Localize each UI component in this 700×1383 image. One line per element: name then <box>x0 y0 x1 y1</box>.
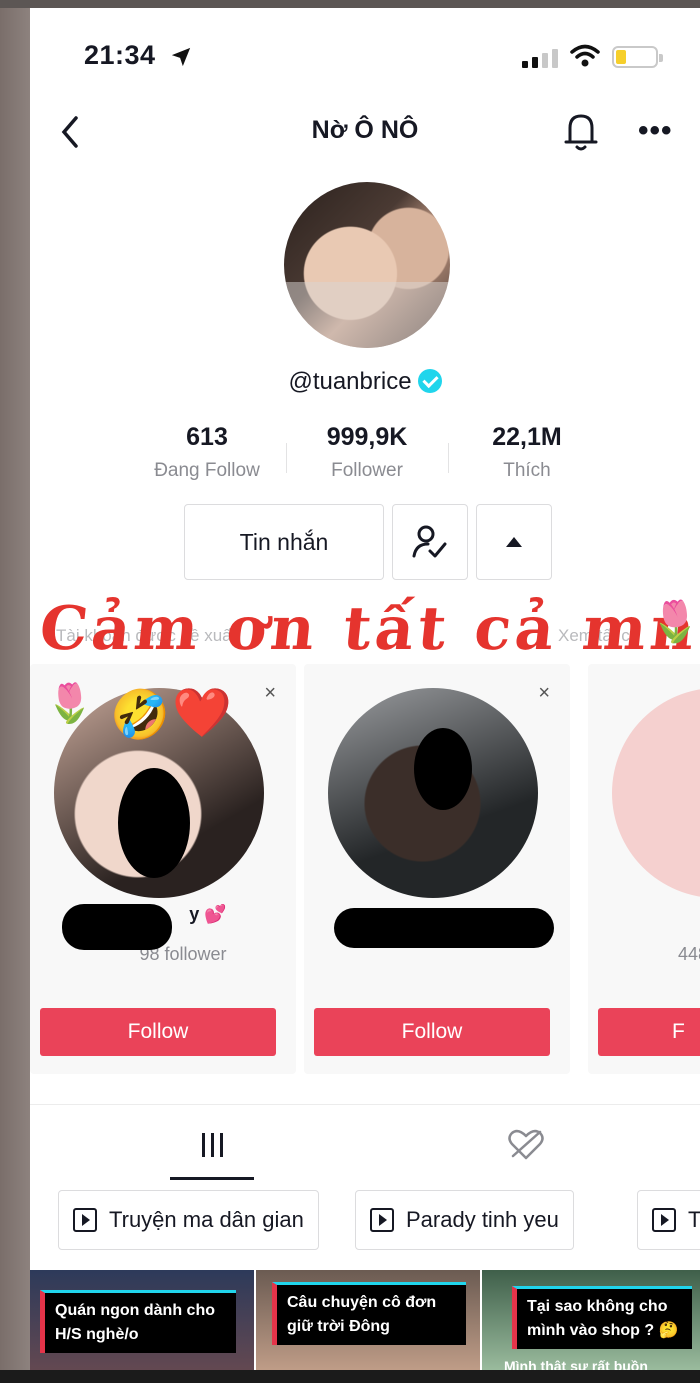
status-bar: 21:34 <box>30 38 700 78</box>
playlist-chip[interactable]: Tinh <box>637 1190 700 1250</box>
video-caption: Câu chuyện cô đơn giữ trời Đông <box>272 1282 466 1345</box>
stat-likes[interactable]: 22,1M Thích <box>447 423 607 482</box>
stat-followers[interactable]: 999,9K Follower <box>287 423 447 482</box>
playlist-icon <box>652 1208 676 1232</box>
tab-liked[interactable] <box>496 1125 556 1165</box>
cellular-signal-icon <box>522 48 558 68</box>
avatar[interactable] <box>612 688 700 898</box>
profile-handle: @tuanbrice <box>30 368 700 396</box>
heart-emoji-sticker: ❤️ <box>172 687 232 740</box>
avatar[interactable] <box>284 182 450 348</box>
playlist-icon <box>370 1208 394 1232</box>
close-icon[interactable]: × <box>264 682 276 705</box>
redaction-mark <box>334 908 554 948</box>
follow-button[interactable]: Follow <box>314 1008 550 1056</box>
profile-actions: Tin nhắn <box>30 504 700 580</box>
close-icon[interactable]: × <box>538 682 550 705</box>
handle-text: @tuanbrice <box>288 368 412 395</box>
redaction-mark <box>414 728 472 810</box>
stat-value: 22,1M <box>492 423 562 451</box>
video-grid: Quán ngon dành cho H/S nghè/o Câu chuyện… <box>30 1270 700 1383</box>
stat-value: 999,9K <box>326 423 408 451</box>
redaction-mark <box>118 768 190 878</box>
account-name: A <box>588 904 700 925</box>
content-tabs <box>30 1104 700 1184</box>
follower-count: 448.2 <box>678 944 700 964</box>
playlist-chip[interactable]: Truyện ma dân gian <box>58 1190 319 1250</box>
playlist-icon <box>73 1208 97 1232</box>
video-caption: Quán ngon dành cho H/S nghè/o <box>40 1290 236 1353</box>
verified-badge-icon <box>417 368 442 393</box>
follow-button[interactable]: F <box>598 1008 700 1056</box>
playlists-row: Truyện ma dân gian Parady tinh yeu Tinh <box>58 1190 700 1250</box>
stat-value: 613 <box>186 423 228 451</box>
video-thumbnail[interactable]: Tại sao không cho mình vào shop ? 🤔 Mình… <box>482 1270 700 1383</box>
suggested-account-card[interactable]: × 🌷 🤣 ❤️ y 💕 98 follower Follow <box>30 664 296 1074</box>
user-check-icon <box>412 525 447 558</box>
suggested-account-card[interactable]: A 448.2 F <box>588 664 700 1074</box>
more-options-button[interactable]: ••• <box>638 116 673 146</box>
suggested-accounts: × 🌷 🤣 ❤️ y 💕 98 follower Follow × Follow <box>30 664 700 1074</box>
suggested-account-card[interactable]: × Follow <box>304 664 570 1074</box>
top-strip <box>0 0 700 8</box>
playlist-label: Tinh <box>688 1207 700 1232</box>
profile-header: Nờ Ô NÔ ••• <box>30 108 700 168</box>
follower-count: 98 follower <box>139 944 227 964</box>
stat-label: Follower <box>331 460 403 481</box>
battery-icon <box>612 46 663 68</box>
grid-icon <box>201 1133 223 1157</box>
active-tab-indicator <box>170 1177 254 1180</box>
status-time: 21:34 <box>84 40 156 70</box>
playlist-label: Truyện ma dân gian <box>109 1207 304 1232</box>
bell-icon[interactable] <box>562 110 600 154</box>
avatar[interactable] <box>328 688 538 898</box>
video-caption: Tại sao không cho mình vào shop ? 🤔 <box>512 1286 692 1349</box>
video-thumbnail[interactable]: Quán ngon dành cho H/S nghè/o <box>30 1270 254 1383</box>
laughing-emoji-sticker: 🤣 <box>110 689 170 742</box>
redaction-mark <box>62 904 172 950</box>
message-button[interactable]: Tin nhắn <box>184 504 384 580</box>
hidden-heart-icon <box>508 1129 544 1160</box>
video-thumbnail[interactable]: Câu chuyện cô đơn giữ trời Đông <box>256 1270 480 1383</box>
location-arrow-icon <box>171 47 191 67</box>
stat-following[interactable]: 613 Đang Follow <box>127 423 287 482</box>
stat-label: Đang Follow <box>154 460 260 481</box>
tab-videos[interactable] <box>182 1125 242 1165</box>
stat-label: Thích <box>503 460 551 481</box>
handwritten-overlay: Cảm ơn tất cả mn <box>36 594 700 664</box>
playlist-chip[interactable]: Parady tinh yeu <box>355 1190 574 1250</box>
tulip-sticker: 🌷 <box>46 683 94 725</box>
bottom-edge <box>0 1370 700 1383</box>
phone-screen: 21:34 Nờ Ô NÔ ••• @tuanbrice 613 Đang Fo… <box>30 8 700 1383</box>
wifi-icon <box>570 44 600 67</box>
suggestions-toggle-button[interactable] <box>476 504 552 580</box>
follow-button[interactable]: Follow <box>40 1008 276 1056</box>
tulip-sticker: 🌷 <box>650 600 700 644</box>
caret-up-icon <box>506 537 522 547</box>
following-button[interactable] <box>392 504 468 580</box>
profile-stats: 613 Đang Follow 999,9K Follower 22,1M Th… <box>30 423 700 493</box>
playlist-label: Parady tinh yeu <box>406 1207 559 1232</box>
